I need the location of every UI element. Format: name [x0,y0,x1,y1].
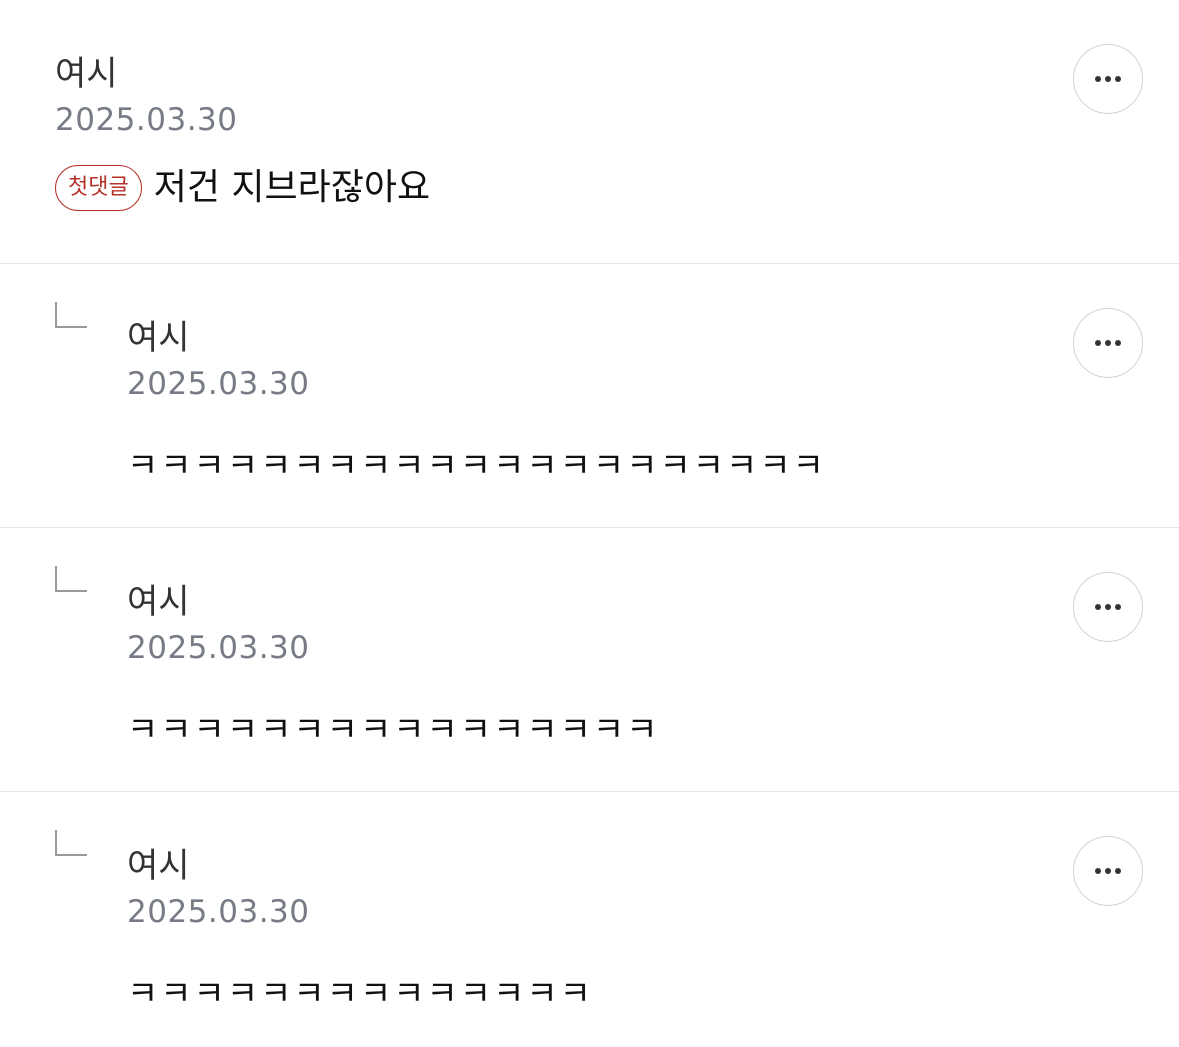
comment-body: 여시 2025.03.30 ㅋㅋㅋㅋㅋㅋㅋㅋㅋㅋㅋㅋㅋㅋ [127,844,593,1018]
more-options-button[interactable] [1073,572,1143,642]
reply-item: 여시 2025.03.30 ㅋㅋㅋㅋㅋㅋㅋㅋㅋㅋㅋㅋㅋㅋㅋㅋㅋㅋㅋㅋㅋ [0,264,1179,528]
reply-arrow-icon [55,566,87,592]
more-options-button[interactable] [1073,836,1143,906]
more-horizontal-icon [1095,76,1121,82]
comment-content: 첫댓글 저건 지브라잖아요 [55,164,430,212]
comment-item: 여시 2025.03.30 첫댓글 저건 지브라잖아요 [0,0,1179,264]
more-options-button[interactable] [1073,44,1143,114]
more-horizontal-icon [1095,604,1121,610]
comment-content: ㅋㅋㅋㅋㅋㅋㅋㅋㅋㅋㅋㅋㅋㅋ [127,970,593,1018]
reply-arrow-icon [55,302,87,328]
comment-author[interactable]: 여시 [127,316,826,364]
more-options-button[interactable] [1073,308,1143,378]
comment-text: ㅋㅋㅋㅋㅋㅋㅋㅋㅋㅋㅋㅋㅋㅋㅋㅋ [127,710,660,750]
comment-body: 여시 2025.03.30 첫댓글 저건 지브라잖아요 [55,52,430,212]
comment-body: 여시 2025.03.30 ㅋㅋㅋㅋㅋㅋㅋㅋㅋㅋㅋㅋㅋㅋㅋㅋ [127,580,659,754]
reply-arrow-icon [55,830,87,856]
reply-item: 여시 2025.03.30 ㅋㅋㅋㅋㅋㅋㅋㅋㅋㅋㅋㅋㅋㅋ [0,792,1179,1047]
comment-body: 여시 2025.03.30 ㅋㅋㅋㅋㅋㅋㅋㅋㅋㅋㅋㅋㅋㅋㅋㅋㅋㅋㅋㅋㅋ [127,316,826,490]
comment-content: ㅋㅋㅋㅋㅋㅋㅋㅋㅋㅋㅋㅋㅋㅋㅋㅋ [127,706,659,754]
comment-text: ㅋㅋㅋㅋㅋㅋㅋㅋㅋㅋㅋㅋㅋㅋ [127,974,593,1014]
comment-date: 2025.03.30 [127,366,310,402]
more-horizontal-icon [1095,340,1121,346]
more-horizontal-icon [1095,868,1121,874]
comment-date: 2025.03.30 [55,102,238,138]
first-comment-badge: 첫댓글 [55,165,142,211]
comment-author[interactable]: 여시 [127,580,659,628]
comment-text: 저건 지브라잖아요 [153,167,431,208]
reply-item: 여시 2025.03.30 ㅋㅋㅋㅋㅋㅋㅋㅋㅋㅋㅋㅋㅋㅋㅋㅋ [0,528,1179,792]
comment-author[interactable]: 여시 [127,844,593,892]
comment-date: 2025.03.30 [127,894,310,930]
comment-content: ㅋㅋㅋㅋㅋㅋㅋㅋㅋㅋㅋㅋㅋㅋㅋㅋㅋㅋㅋㅋㅋ [127,442,826,490]
comment-list: 여시 2025.03.30 첫댓글 저건 지브라잖아요 여시 2025.03.3… [0,0,1179,1047]
comment-text: ㅋㅋㅋㅋㅋㅋㅋㅋㅋㅋㅋㅋㅋㅋㅋㅋㅋㅋㅋㅋㅋ [127,446,826,486]
comment-date: 2025.03.30 [127,630,310,666]
comment-author[interactable]: 여시 [55,52,430,100]
